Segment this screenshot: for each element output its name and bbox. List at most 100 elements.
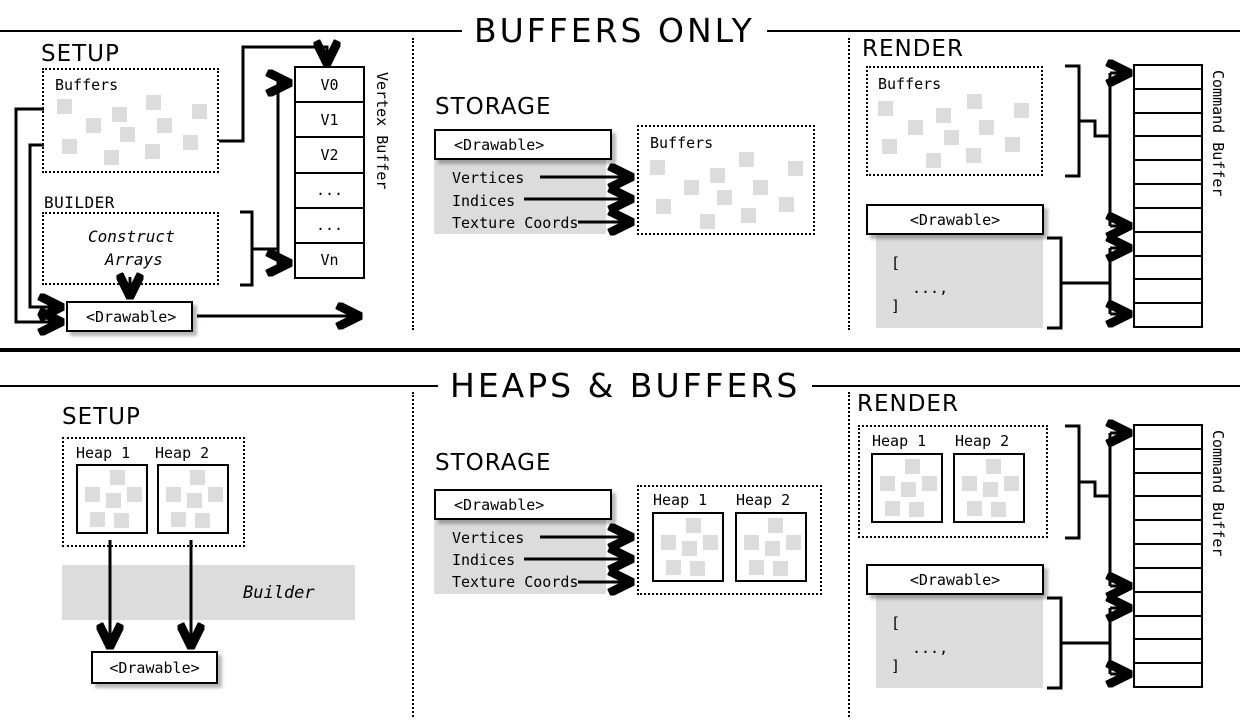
- storage-field-texcoords-top: Texture Coords: [452, 214, 579, 232]
- command-buffer-row: [1135, 593, 1201, 617]
- panel-title-heaps-buffers: HEAPS & BUFFERS: [438, 369, 813, 402]
- buffer-square: [710, 168, 725, 183]
- buffer-square: [192, 104, 207, 119]
- storage-drawable-box-bottom[interactable]: <Drawable>: [434, 489, 612, 520]
- vertex-buffer-row: Vn: [320, 251, 339, 270]
- heap-square: [765, 541, 780, 556]
- render-code-line3-bottom: ]: [891, 657, 901, 675]
- vertex-buffer-row: V0: [296, 68, 363, 104]
- connector-builder-to-v0: [278, 83, 288, 249]
- render-code-line3-top: ]: [891, 297, 901, 315]
- buffer-square: [944, 130, 959, 145]
- buffer-square: [62, 139, 77, 154]
- buffer-square: [739, 152, 754, 167]
- storage-field-indices-top: Indices: [452, 192, 516, 210]
- command-buffer-row: [1135, 640, 1201, 665]
- buffer-square: [86, 118, 101, 133]
- storage-drawable-label-top: <Drawable>: [454, 135, 545, 154]
- heap-square: [922, 476, 937, 491]
- heap-square: [661, 535, 676, 550]
- construct-arrays-line1: Construct: [88, 227, 175, 246]
- buffer-square: [966, 148, 981, 163]
- storage-drawable-box-top[interactable]: <Drawable>: [434, 129, 612, 160]
- command-buffer-label-bottom: Command Buffer: [1209, 430, 1227, 557]
- command-buffer-row: [1135, 185, 1201, 209]
- command-buffer-row: [1135, 209, 1201, 233]
- buffer-square: [112, 107, 127, 122]
- storage-buffers-label-top: Buffers: [650, 134, 714, 152]
- buffer-square: [700, 214, 715, 229]
- buffer-square: [926, 153, 941, 168]
- heap-square: [991, 502, 1006, 517]
- render-heading-bottom: RENDER: [857, 391, 959, 417]
- buffer-square: [882, 139, 897, 154]
- heap-square: [909, 502, 924, 517]
- construct-arrays-line2: Arrays: [105, 250, 163, 269]
- setup-drawable-label-top: <Drawable>: [86, 307, 177, 326]
- heap-square: [901, 482, 916, 497]
- vertex-buffer-row: V2: [296, 138, 363, 174]
- render-code-line2-top: ...,: [912, 279, 949, 297]
- command-buffer-row: [1135, 280, 1201, 305]
- bottom-title-rule-left: [0, 385, 440, 387]
- heap-square: [127, 487, 142, 502]
- command-buffer-row: [1135, 66, 1201, 90]
- command-buffer-row: [1135, 569, 1201, 593]
- heap-square: [749, 560, 764, 575]
- heap-square: [110, 470, 125, 485]
- storage-heap2-label-bottom: Heap 2: [736, 491, 791, 509]
- top-title-rule-left: [0, 30, 470, 32]
- vertex-buffer-row: V1: [296, 103, 363, 139]
- heap-square: [983, 482, 998, 497]
- render-drawable-box-bottom[interactable]: <Drawable>: [866, 564, 1044, 595]
- bottom-divider-left: [412, 392, 414, 717]
- buffer-square: [908, 120, 923, 135]
- setup-drawable-box-bottom[interactable]: <Drawable>: [91, 651, 218, 684]
- storage-field-texcoords-bottom: Texture Coords: [452, 573, 579, 591]
- setup-heading-top: SETUP: [41, 41, 120, 67]
- heap-square: [686, 518, 701, 533]
- bracket-render-heaps-bottom: [1065, 424, 1081, 540]
- heap-square: [885, 501, 900, 516]
- render-heap2-label-bottom: Heap 2: [955, 432, 1010, 450]
- heap-square: [666, 560, 681, 575]
- command-buffer-row: [1135, 426, 1201, 450]
- command-buffer-row: [1135, 521, 1201, 546]
- bracket-builder: [240, 210, 254, 287]
- command-buffer-row: [1135, 233, 1201, 257]
- bracket-render-buffers-top: [1065, 64, 1081, 178]
- command-buffer-row: [1135, 161, 1201, 186]
- storage-heading-bottom: STORAGE: [435, 450, 552, 476]
- buffer-square: [753, 180, 768, 195]
- buffer-square: [157, 118, 172, 133]
- setup-drawable-box-top[interactable]: <Drawable>: [66, 301, 193, 332]
- render-code-block-top: [876, 233, 1043, 328]
- heap-square: [171, 512, 186, 527]
- buffer-square: [967, 94, 982, 109]
- storage-field-vertices-top: Vertices: [452, 169, 525, 187]
- builder-heading-top: BUILDER: [44, 193, 115, 212]
- buffer-square: [1005, 137, 1020, 152]
- buffer-square: [656, 199, 671, 214]
- heap-square: [967, 501, 982, 516]
- connector-render-heaps-stem-bottom: [1079, 480, 1110, 498]
- panel-title-buffers-only: BUFFERS ONLY: [462, 14, 767, 47]
- bracket-render-code-bottom: [1047, 596, 1063, 690]
- render-drawable-box-top[interactable]: <Drawable>: [866, 204, 1044, 235]
- storage-field-indices-bottom: Indices: [452, 551, 516, 569]
- heap-square: [962, 476, 977, 491]
- render-code-block-bottom: [876, 593, 1043, 688]
- top-divider-left: [412, 38, 414, 330]
- command-buffer-row: [1135, 664, 1201, 686]
- bottom-title-rule-right: [790, 385, 1240, 387]
- vertex-buffer-box: V0 V1 V2 ... ... Vn: [294, 66, 365, 279]
- vertex-buffer-row: ...: [296, 174, 363, 209]
- buffer-square: [779, 197, 794, 212]
- heap-square: [986, 459, 1001, 474]
- render-heap1-label-bottom: Heap 1: [872, 432, 927, 450]
- heap-square: [786, 535, 801, 550]
- buffer-square: [650, 160, 665, 175]
- render-code-line1-top: [: [891, 254, 901, 272]
- command-buffer-row: [1135, 304, 1201, 326]
- render-heading-top: RENDER: [862, 36, 964, 62]
